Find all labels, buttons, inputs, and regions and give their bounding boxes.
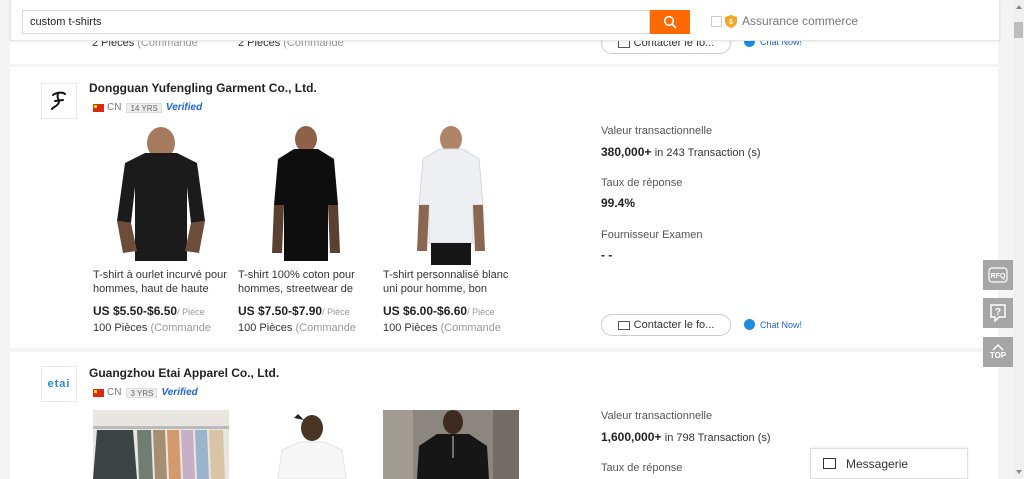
svg-text:?: ? xyxy=(995,307,1001,318)
supplier-card: Dongguan Yufengling Garment Co., Ltd. CN… xyxy=(10,67,998,348)
contact-supplier-button[interactable]: Contacter le fo... xyxy=(601,314,731,336)
product-item[interactable] xyxy=(93,410,233,479)
svg-text:$: $ xyxy=(729,19,733,26)
years-badge: 14 YRS xyxy=(126,102,162,113)
product-title[interactable]: T-shirt 100% coton pour hommes, streetwe… xyxy=(238,268,378,296)
response-rate-value: 99.4% xyxy=(601,196,636,210)
transaction-value-label: Valeur transactionnelle xyxy=(601,410,713,422)
china-flag-icon xyxy=(93,103,104,112)
mail-icon xyxy=(617,320,630,330)
company-name-link[interactable]: Guangzhou Etai Apparel Co., Ltd. xyxy=(89,366,279,380)
product-moq: 100 Pièces (Commande xyxy=(93,322,212,334)
scrollbar-thumb[interactable] xyxy=(1014,22,1023,38)
yufengling-logo-icon xyxy=(51,91,66,110)
transaction-value: 380,000+ in 243 Transaction (s) xyxy=(601,145,761,159)
supplier-badges: CN 3 YRS Verified xyxy=(93,387,198,398)
question-icon: ? xyxy=(990,304,1006,323)
product-price: US $7.50-$7.90/ Pièce xyxy=(238,304,350,318)
years-badge: 3 YRS xyxy=(126,387,158,398)
assurance-checkbox[interactable] xyxy=(711,15,722,27)
verified-badge: Verified xyxy=(161,387,198,398)
search-input[interactable] xyxy=(22,10,650,34)
help-button[interactable]: ? xyxy=(983,298,1013,328)
shield-icon: $ xyxy=(725,14,737,28)
search-button[interactable] xyxy=(650,10,690,34)
product-moq: 100 Pièces (Commande xyxy=(383,322,502,334)
rfq-icon: RFQ xyxy=(988,267,1008,283)
back-to-top-button[interactable]: TOP xyxy=(983,337,1013,367)
supplier-badges: CN 14 YRS Verified xyxy=(93,102,202,113)
product-image[interactable] xyxy=(383,125,519,265)
chat-icon xyxy=(744,319,755,330)
rfq-button[interactable]: RFQ xyxy=(983,260,1013,290)
product-image[interactable] xyxy=(238,125,374,265)
message-icon xyxy=(823,458,836,469)
china-flag-icon xyxy=(93,388,104,397)
transaction-value-label: Valeur transactionnelle xyxy=(601,125,713,137)
transaction-value: 1,600,000+ in 798 Transaction (s) xyxy=(601,430,771,444)
product-item[interactable]: T-shirt 100% coton pour hommes, streetwe… xyxy=(238,125,378,334)
scroll-up-arrow-icon[interactable] xyxy=(1016,5,1022,9)
search-bar: $ Assurance commerce xyxy=(10,0,1000,41)
product-price: US $6.00-$6.60/ Pièce xyxy=(383,304,495,318)
verified-badge: Verified xyxy=(165,102,203,113)
supplier-logo[interactable] xyxy=(41,83,77,119)
svg-text:RFQ: RFQ xyxy=(991,273,1006,280)
supplier-review-label: Fournisseur Examen xyxy=(601,229,703,241)
scroll-down-arrow-icon[interactable] xyxy=(1016,470,1022,474)
response-rate-label: Taux de réponse xyxy=(601,177,683,189)
response-rate-label: Taux de réponse xyxy=(601,462,683,474)
supplier-review-value: - - xyxy=(601,248,613,262)
assurance-filter[interactable]: $ Assurance commerce xyxy=(711,14,858,28)
scrollbar[interactable] xyxy=(1013,0,1024,479)
chat-now-link[interactable]: Chat Now! xyxy=(744,319,802,330)
product-item[interactable]: T-shirt personnalisé blanc uni pour homm… xyxy=(383,125,523,334)
product-title[interactable]: T-shirt personnalisé blanc uni pour homm… xyxy=(383,268,523,296)
product-item[interactable]: T-shirt à ourlet incurvé pour hommes, ha… xyxy=(93,125,233,334)
product-price: US $5.50-$6.50/ Pièce xyxy=(93,304,205,318)
chevron-up-icon xyxy=(992,344,1004,351)
product-image[interactable] xyxy=(383,410,519,479)
search-icon xyxy=(663,15,677,29)
company-name-link[interactable]: Dongguan Yufengling Garment Co., Ltd. xyxy=(89,81,317,95)
messagerie-panel[interactable]: Messagerie xyxy=(810,448,968,479)
product-image[interactable] xyxy=(93,125,229,265)
etai-logo: etai xyxy=(47,378,71,390)
product-moq: 100 Pièces (Commande xyxy=(238,322,357,334)
product-image[interactable] xyxy=(93,410,229,479)
supplier-logo[interactable]: etai xyxy=(41,366,77,402)
product-image[interactable] xyxy=(238,410,374,479)
product-title[interactable]: T-shirt à ourlet incurvé pour hommes, ha… xyxy=(93,268,233,296)
product-item[interactable] xyxy=(238,410,378,479)
product-item[interactable] xyxy=(383,410,523,479)
